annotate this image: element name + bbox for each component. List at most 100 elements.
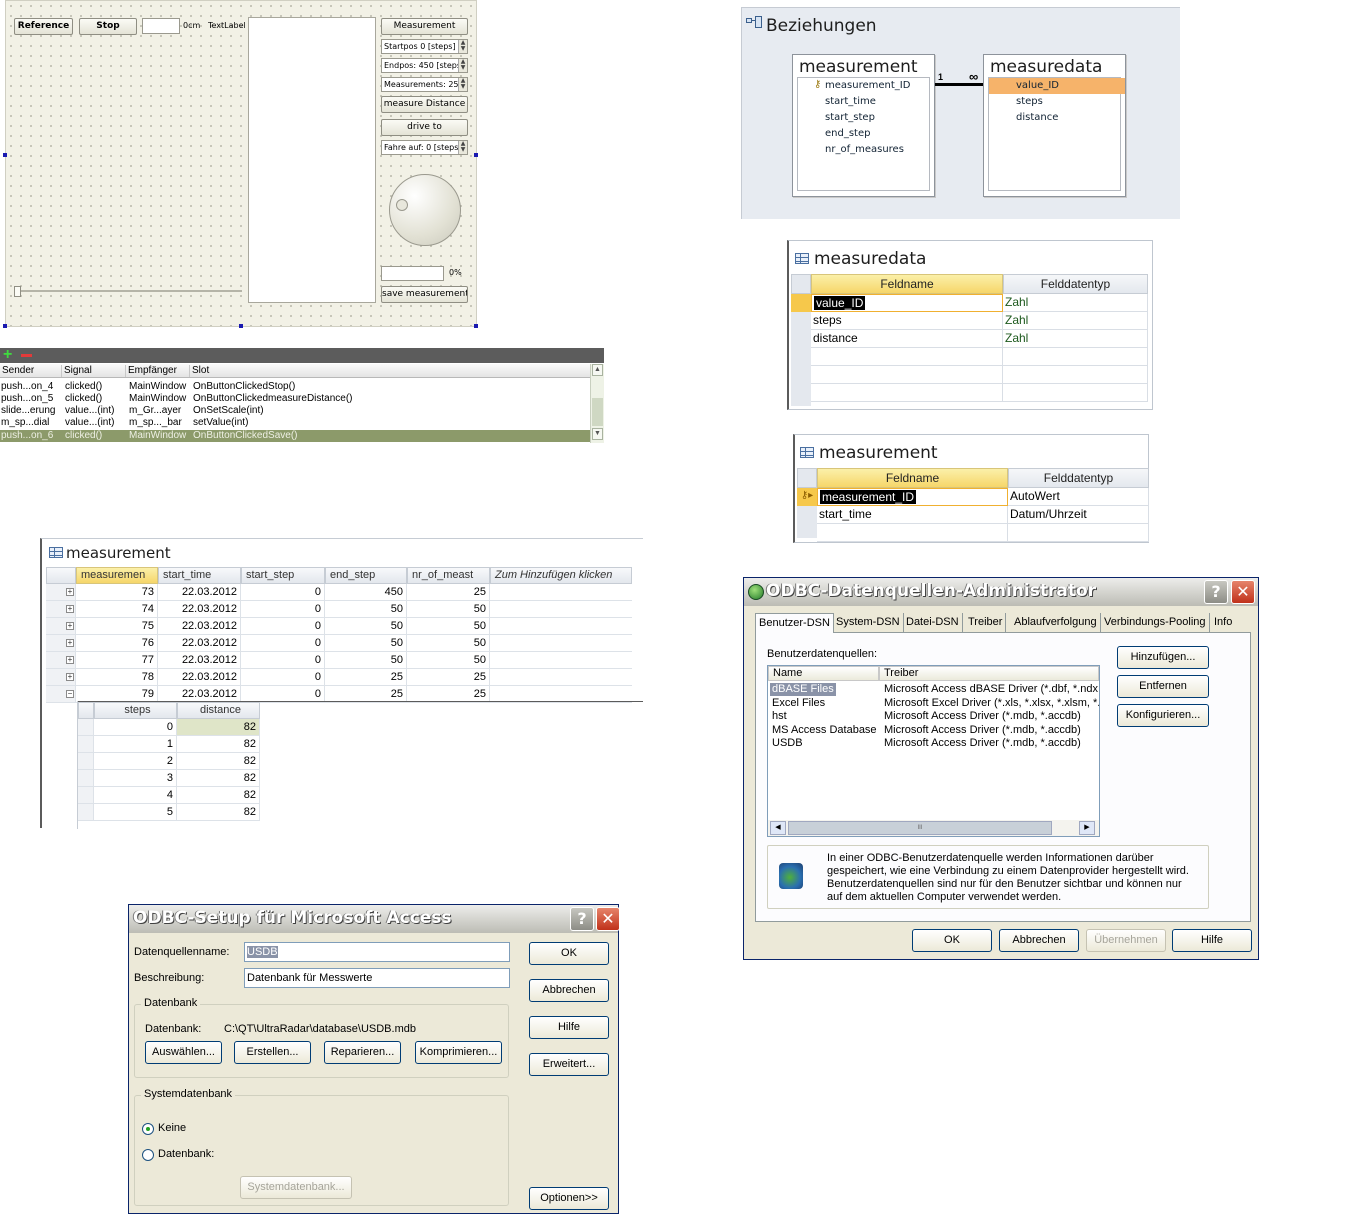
row-selectors[interactable] (791, 294, 811, 406)
connection-row[interactable]: push...on_4 clicked() MainWindow OnButto… (0, 381, 590, 393)
table-cell[interactable]: 50 (407, 652, 490, 669)
field-name-cell[interactable]: start_time (817, 506, 1008, 524)
help-button[interactable]: Hilfe (529, 1016, 609, 1039)
tab-ablaufverfolgung[interactable]: Ablaufverfolgung (1011, 613, 1101, 633)
select-all-corner[interactable] (791, 274, 811, 294)
row-selector[interactable]: + (46, 601, 76, 618)
system-database-button[interactable]: Systemdatenbank... (240, 1176, 352, 1199)
measurement-table-box[interactable]: measurement ⚷ measurement_ID start_time … (792, 54, 935, 197)
help-button[interactable]: Hilfe (1172, 929, 1252, 952)
table-cell[interactable]: 22.03.2012 (158, 601, 241, 618)
scroll-down-icon[interactable]: ▼ (592, 428, 603, 440)
connection-row[interactable]: m_sp...dial value...(int) m_sp..._bar se… (0, 417, 590, 429)
expand-icon[interactable]: + (66, 588, 74, 596)
scroll-up-icon[interactable]: ▲ (592, 364, 603, 376)
scroll-left-icon[interactable]: ◀ (770, 821, 786, 835)
create-button[interactable]: Erstellen... (234, 1041, 311, 1064)
sub-row-selector[interactable] (78, 719, 94, 736)
distance-input[interactable] (142, 18, 180, 34)
graphics-view[interactable] (248, 17, 376, 303)
sub-row-selector[interactable] (78, 736, 94, 753)
table-cell[interactable]: 450 (325, 584, 407, 601)
tab-system-dsn[interactable]: System-DSN (833, 613, 904, 633)
spin-arrows-icon[interactable]: ▲ ▼ (458, 141, 467, 154)
sub-table-cell[interactable]: 82 (177, 787, 260, 804)
sub-row-selector[interactable] (78, 753, 94, 770)
description-field[interactable]: Datenbank für Messwerte (244, 968, 510, 988)
field-end-step[interactable]: end_step (825, 128, 870, 139)
datasource-driver[interactable]: Microsoft Access Driver (*.mdb, *.accdb) (884, 710, 1099, 723)
field-start-step[interactable]: start_step (825, 112, 875, 123)
sub-col-distance[interactable]: distance (177, 702, 260, 719)
scroll-thumb[interactable] (592, 398, 603, 426)
col-receiver[interactable]: Empfänger (126, 365, 190, 377)
field-type-cell[interactable]: Zahl (1003, 294, 1148, 312)
col-add-new[interactable]: Zum Hinzufügen klicken (490, 567, 632, 584)
row-selector[interactable]: + (46, 652, 76, 669)
configure-button[interactable]: Konfigurieren... (1117, 704, 1209, 727)
table-cell[interactable]: 0 (241, 618, 325, 635)
tab-treiber[interactable]: Treiber (965, 613, 1007, 633)
selection-handle[interactable] (474, 153, 478, 157)
datasource-name[interactable]: Excel Files (770, 697, 827, 710)
datasource-driver[interactable]: Microsoft Excel Driver (*.xls, *.xlsx, *… (884, 697, 1099, 710)
table-cell[interactable]: 22.03.2012 (158, 669, 241, 686)
radio-database[interactable] (142, 1149, 154, 1161)
empty-cell[interactable] (490, 601, 632, 618)
tab-datei-dsn[interactable]: Datei-DSN (903, 613, 963, 633)
ok-button[interactable]: OK (912, 929, 992, 952)
table-cell[interactable]: 50 (407, 635, 490, 652)
table-cell[interactable]: 0 (241, 601, 325, 618)
field-type-cell[interactable]: Zahl (1003, 330, 1148, 348)
sub-table-cell[interactable]: 82 (177, 770, 260, 787)
empty-cell[interactable] (490, 635, 632, 652)
table-cell[interactable]: 0 (241, 584, 325, 601)
col-felddatentyp[interactable]: Felddatentyp (1003, 274, 1148, 294)
connection-row[interactable]: push...on_5 clicked() MainWindow OnButto… (0, 393, 590, 405)
collapse-icon[interactable]: − (66, 690, 74, 698)
expand-icon[interactable]: + (66, 605, 74, 613)
speed-dial[interactable] (389, 174, 461, 246)
dsn-field[interactable]: USDB (244, 942, 510, 962)
sub-table-cell[interactable]: 82 (177, 753, 260, 770)
table-cell[interactable]: 76 (76, 635, 158, 652)
row-selector[interactable]: − (46, 686, 76, 703)
sub-table-cell[interactable]: 2 (94, 753, 177, 770)
field-distance[interactable]: distance (1016, 112, 1058, 123)
expand-icon[interactable]: + (66, 622, 74, 630)
table-cell[interactable]: 50 (407, 618, 490, 635)
empty-cell[interactable] (490, 618, 632, 635)
table-cell[interactable]: 50 (325, 652, 407, 669)
field-nr-of-measures[interactable]: nr_of_measures (825, 144, 904, 155)
col-name-header[interactable]: Name (768, 666, 879, 681)
remove-connection-icon[interactable] (21, 354, 32, 357)
table-cell[interactable]: 0 (241, 669, 325, 686)
cancel-button[interactable]: Abbrechen (529, 979, 609, 1002)
row-selector[interactable]: + (46, 618, 76, 635)
empty-cell[interactable] (1003, 384, 1148, 402)
scroll-right-icon[interactable]: ▶ (1079, 821, 1095, 835)
repair-button[interactable]: Reparieren... (324, 1041, 401, 1064)
help-title-button[interactable]: ? (570, 907, 594, 931)
scale-slider-track[interactable] (14, 290, 242, 292)
sub-row-selector[interactable] (78, 770, 94, 787)
expand-icon[interactable]: + (66, 673, 74, 681)
datasource-name[interactable]: MS Access Database (770, 724, 879, 737)
reference-button[interactable]: Reference (14, 18, 73, 35)
sub-table-cell[interactable]: 5 (94, 804, 177, 821)
empty-cell[interactable] (817, 524, 1008, 542)
remove-button[interactable]: Entfernen (1117, 675, 1209, 698)
field-measurement-id[interactable]: measurement_ID (825, 80, 910, 91)
sub-table-cell[interactable]: 82 (177, 719, 260, 736)
measurements-spinbox[interactable]: Measurements: 25 ▲ ▼ (381, 77, 468, 92)
datasource-name[interactable]: dBASE Files (770, 683, 836, 696)
table-cell[interactable]: 25 (325, 669, 407, 686)
sub-row-selector[interactable] (78, 787, 94, 804)
spin-arrows-icon[interactable]: ▲ ▼ (458, 59, 467, 72)
col-start-time[interactable]: start_time (158, 567, 241, 584)
table-cell[interactable]: 25 (407, 584, 490, 601)
scroll-thumb[interactable]: III (788, 821, 1052, 835)
col-feldname[interactable]: Feldname (817, 468, 1008, 488)
sub-row-selector[interactable] (78, 804, 94, 821)
datasource-driver[interactable]: Microsoft Access Driver (*.mdb, *.accdb) (884, 737, 1099, 750)
